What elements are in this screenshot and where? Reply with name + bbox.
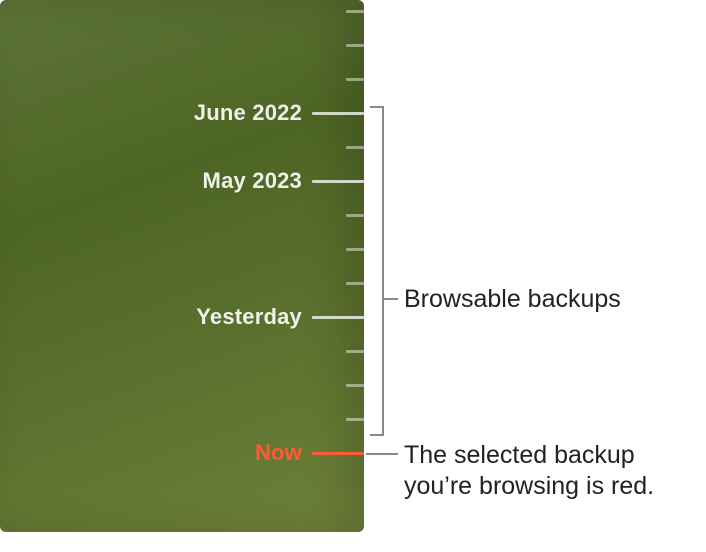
- timeline-tick[interactable]: [346, 44, 364, 47]
- callout-bracket-browsable: [370, 106, 384, 436]
- timeline-tick[interactable]: [346, 384, 364, 387]
- timeline-label-may-2023: May 2023: [203, 168, 302, 194]
- callout-connector-selected: [366, 453, 398, 455]
- timeline-tick-now-selected[interactable]: [312, 452, 364, 455]
- timeline-tick[interactable]: [346, 248, 364, 251]
- timeline-label-now: Now: [255, 440, 302, 466]
- timeline-label-june-2022: June 2022: [194, 100, 302, 126]
- timeline-tick[interactable]: [346, 418, 364, 421]
- timeline-tick[interactable]: [346, 146, 364, 149]
- figure: June 2022 May 2023 Yesterday Now Browsab…: [0, 0, 706, 552]
- annotation-browsable-backups: Browsable backups: [404, 284, 698, 315]
- timeline-tick-june-2022[interactable]: [312, 112, 364, 115]
- timeline-tick[interactable]: [346, 10, 364, 13]
- timeline-tick-yesterday[interactable]: [312, 316, 364, 319]
- timeline-label-yesterday: Yesterday: [196, 304, 302, 330]
- timeline-tick-may-2023[interactable]: [312, 180, 364, 183]
- timeline-tick[interactable]: [346, 214, 364, 217]
- callout-connector-browsable: [384, 298, 398, 300]
- timeline-panel: June 2022 May 2023 Yesterday Now: [0, 0, 364, 532]
- timeline-tick[interactable]: [346, 350, 364, 353]
- annotation-selected-backup: The selected backup you’re browsing is r…: [404, 440, 698, 503]
- timeline-tick[interactable]: [346, 282, 364, 285]
- timeline-tick[interactable]: [346, 78, 364, 81]
